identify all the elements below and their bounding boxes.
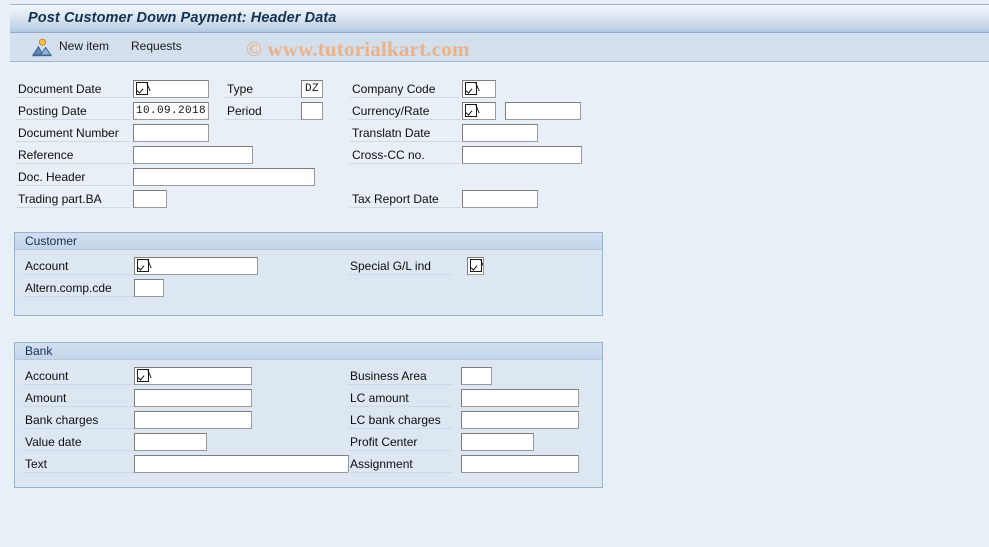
- requests-button[interactable]: Requests: [131, 39, 182, 53]
- cross-cc-no-field[interactable]: [462, 146, 582, 164]
- company-code-field[interactable]: [462, 80, 496, 98]
- document-date-field[interactable]: [133, 80, 209, 98]
- checkbox-icon: [137, 259, 149, 272]
- checkbox-icon: [137, 369, 149, 382]
- checkbox-icon: [136, 82, 148, 95]
- profit-center-field[interactable]: [461, 433, 534, 451]
- label-doc-header: Doc. Header: [18, 170, 86, 184]
- label-trading-part-ba: Trading part.BA: [18, 192, 102, 206]
- text-field[interactable]: [134, 455, 349, 473]
- lc-bank-charges-field[interactable]: [461, 411, 579, 429]
- label-company-code: Company Code: [352, 82, 436, 96]
- label-amount: Amount: [25, 391, 67, 405]
- bank-group-header: Bank: [15, 343, 602, 360]
- value-date-field[interactable]: [134, 433, 207, 451]
- label-translatn-date: Translatn Date: [352, 126, 431, 140]
- label-profit-center: Profit Center: [350, 435, 418, 449]
- amount-field[interactable]: [134, 389, 252, 407]
- bank-charges-field[interactable]: [134, 411, 252, 429]
- trading-part-ba-field[interactable]: [133, 190, 167, 208]
- label-altern-comp-cde: Altern.comp.cde: [25, 281, 112, 295]
- application-toolbar: New item Requests: [10, 33, 989, 62]
- label-tax-report-date: Tax Report Date: [352, 192, 439, 206]
- label-document-date: Document Date: [18, 82, 102, 96]
- sap-transaction-screen: Post Customer Down Payment: Header Data …: [0, 0, 989, 547]
- label-reference: Reference: [18, 148, 74, 162]
- label-text: Text: [25, 457, 48, 471]
- label-period: Period: [227, 104, 262, 118]
- customer-group-title: Customer: [25, 234, 78, 248]
- label-type: Type: [227, 82, 254, 96]
- type-field[interactable]: DZ: [301, 80, 323, 98]
- customer-account-field[interactable]: [134, 257, 258, 275]
- new-item-button[interactable]: New item: [59, 39, 109, 53]
- bank-group-title: Bank: [25, 344, 53, 358]
- checkbox-icon: [465, 104, 477, 117]
- document-number-field[interactable]: [133, 124, 209, 142]
- window-title-bar: Post Customer Down Payment: Header Data: [10, 4, 989, 33]
- customer-group-header: Customer: [15, 233, 602, 250]
- reference-field[interactable]: [133, 146, 253, 164]
- bank-account-field[interactable]: [134, 367, 252, 385]
- business-area-field[interactable]: [461, 367, 492, 385]
- new-item-picture-icon[interactable]: [32, 38, 52, 57]
- label-bank-charges: Bank charges: [25, 413, 99, 427]
- customer-group: Customer Account Altern.comp.cde Special…: [14, 232, 603, 316]
- label-special-gl-ind: Special G/L ind: [350, 259, 431, 273]
- label-lc-bank-charges: LC bank charges: [350, 413, 441, 427]
- special-gl-ind-field[interactable]: [467, 257, 484, 275]
- label-assignment: Assignment: [350, 457, 413, 471]
- checkbox-icon: [465, 82, 477, 95]
- label-bank-account: Account: [25, 369, 69, 383]
- label-cross-cc-no: Cross-CC no.: [352, 148, 425, 162]
- posting-date-field[interactable]: 10.09.2018: [133, 102, 209, 120]
- bank-group: Bank Account Amount Bank charges Value d…: [14, 342, 603, 488]
- label-business-area: Business Area: [350, 369, 427, 383]
- checkbox-icon: [470, 259, 482, 272]
- lc-amount-field[interactable]: [461, 389, 579, 407]
- label-currency-rate: Currency/Rate: [352, 104, 430, 118]
- doc-header-field[interactable]: [133, 168, 315, 186]
- label-customer-account: Account: [25, 259, 69, 273]
- translatn-date-field[interactable]: [462, 124, 538, 142]
- assignment-field[interactable]: [461, 455, 579, 473]
- tax-report-date-field[interactable]: [462, 190, 538, 208]
- label-document-number: Document Number: [18, 126, 119, 140]
- altern-comp-cde-field[interactable]: [134, 279, 164, 297]
- rate-field[interactable]: [505, 102, 581, 120]
- page-title: Post Customer Down Payment: Header Data: [28, 10, 337, 26]
- label-value-date: Value date: [25, 435, 82, 449]
- period-field[interactable]: [301, 102, 323, 120]
- currency-field[interactable]: [462, 102, 496, 120]
- label-lc-amount: LC amount: [350, 391, 409, 405]
- label-posting-date: Posting Date: [18, 104, 87, 118]
